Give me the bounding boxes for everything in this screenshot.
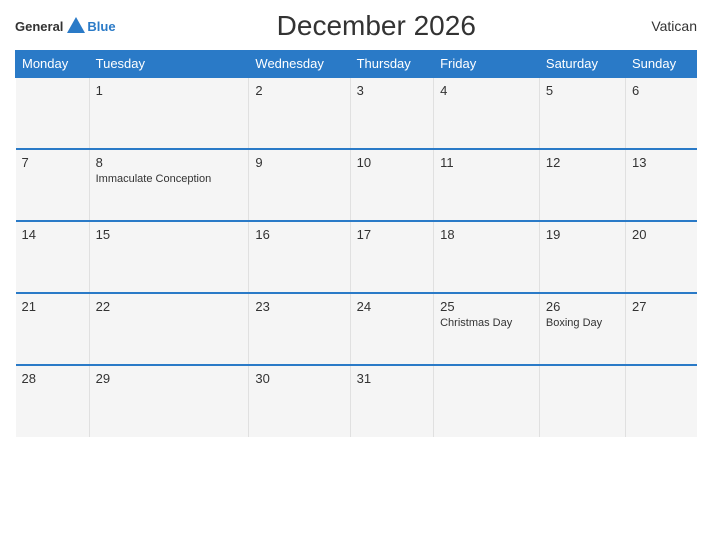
calendar-header: General Blue December 2026 Vatican bbox=[15, 10, 697, 42]
table-row: 6 bbox=[625, 77, 696, 149]
calendar-week-row: 123456 bbox=[16, 77, 697, 149]
day-number: 9 bbox=[255, 155, 343, 170]
calendar-week-row: 21 22 23 24 25 Christmas Day 26 Boxing Day 27 bbox=[16, 293, 697, 365]
day-number: 30 bbox=[255, 371, 343, 386]
table-row bbox=[625, 365, 696, 437]
logo-icon bbox=[65, 15, 87, 37]
table-row: 2 bbox=[249, 77, 350, 149]
table-row: 19 bbox=[539, 221, 625, 293]
day-number: 7 bbox=[22, 155, 83, 170]
day-number: 19 bbox=[546, 227, 619, 242]
table-row: 7 bbox=[16, 149, 90, 221]
day-number: 10 bbox=[357, 155, 428, 170]
table-row: 3 bbox=[350, 77, 434, 149]
day-number: 26 bbox=[546, 299, 619, 314]
logo-blue-text: Blue bbox=[87, 19, 115, 34]
day-number: 20 bbox=[632, 227, 691, 242]
table-row bbox=[434, 365, 540, 437]
day-number: 4 bbox=[440, 83, 533, 98]
day-number: 2 bbox=[255, 83, 343, 98]
table-row: 27 bbox=[625, 293, 696, 365]
table-row: 18 bbox=[434, 221, 540, 293]
table-row: 14 bbox=[16, 221, 90, 293]
day-number: 6 bbox=[632, 83, 691, 98]
col-wednesday: Wednesday bbox=[249, 51, 350, 78]
day-number: 17 bbox=[357, 227, 428, 242]
holiday-name: Immaculate Conception bbox=[96, 172, 243, 186]
table-row: 24 bbox=[350, 293, 434, 365]
table-row: 26 Boxing Day bbox=[539, 293, 625, 365]
table-row: 4 bbox=[434, 77, 540, 149]
day-number: 13 bbox=[632, 155, 691, 170]
col-thursday: Thursday bbox=[350, 51, 434, 78]
table-row: 8 Immaculate Conception bbox=[89, 149, 249, 221]
day-number: 18 bbox=[440, 227, 533, 242]
holiday-name: Christmas Day bbox=[440, 316, 533, 330]
calendar-table: Monday Tuesday Wednesday Thursday Friday… bbox=[15, 50, 697, 437]
day-number: 31 bbox=[357, 371, 428, 386]
day-number: 22 bbox=[96, 299, 243, 314]
day-number: 29 bbox=[96, 371, 243, 386]
table-row: 25 Christmas Day bbox=[434, 293, 540, 365]
day-number: 15 bbox=[96, 227, 243, 242]
table-row: 28 bbox=[16, 365, 90, 437]
table-row: 1 bbox=[89, 77, 249, 149]
day-number: 11 bbox=[440, 155, 533, 170]
table-row: 13 bbox=[625, 149, 696, 221]
col-friday: Friday bbox=[434, 51, 540, 78]
day-number: 5 bbox=[546, 83, 619, 98]
col-monday: Monday bbox=[16, 51, 90, 78]
table-row: 16 bbox=[249, 221, 350, 293]
table-row bbox=[539, 365, 625, 437]
table-row: 20 bbox=[625, 221, 696, 293]
table-row: 10 bbox=[350, 149, 434, 221]
day-number: 27 bbox=[632, 299, 691, 314]
calendar-week-row: 28 29 30 31 bbox=[16, 365, 697, 437]
logo: General Blue bbox=[15, 15, 116, 37]
day-number: 25 bbox=[440, 299, 533, 314]
col-tuesday: Tuesday bbox=[89, 51, 249, 78]
day-number: 8 bbox=[96, 155, 243, 170]
day-number: 14 bbox=[22, 227, 83, 242]
day-number: 21 bbox=[22, 299, 83, 314]
day-number: 1 bbox=[96, 83, 243, 98]
table-row: 30 bbox=[249, 365, 350, 437]
day-number: 12 bbox=[546, 155, 619, 170]
table-row: 29 bbox=[89, 365, 249, 437]
day-number: 28 bbox=[22, 371, 83, 386]
table-row: 22 bbox=[89, 293, 249, 365]
calendar-title: December 2026 bbox=[116, 10, 637, 42]
table-row: 17 bbox=[350, 221, 434, 293]
table-row: 9 bbox=[249, 149, 350, 221]
col-sunday: Sunday bbox=[625, 51, 696, 78]
day-number: 16 bbox=[255, 227, 343, 242]
day-number: 23 bbox=[255, 299, 343, 314]
logo-general-text: General bbox=[15, 19, 63, 34]
table-row bbox=[16, 77, 90, 149]
country-label: Vatican bbox=[637, 18, 697, 34]
weekday-header-row: Monday Tuesday Wednesday Thursday Friday… bbox=[16, 51, 697, 78]
day-number: 3 bbox=[357, 83, 428, 98]
table-row: 23 bbox=[249, 293, 350, 365]
table-row: 5 bbox=[539, 77, 625, 149]
col-saturday: Saturday bbox=[539, 51, 625, 78]
table-row: 31 bbox=[350, 365, 434, 437]
table-row: 12 bbox=[539, 149, 625, 221]
calendar-week-row: 78 Immaculate Conception 9 10 11 12 13 bbox=[16, 149, 697, 221]
calendar-wrapper: General Blue December 2026 Vatican Monda… bbox=[0, 0, 712, 550]
table-row: 21 bbox=[16, 293, 90, 365]
table-row: 15 bbox=[89, 221, 249, 293]
table-row: 11 bbox=[434, 149, 540, 221]
holiday-name: Boxing Day bbox=[546, 316, 619, 330]
day-number: 24 bbox=[357, 299, 428, 314]
calendar-week-row: 14 15 16 17 18 19 20 bbox=[16, 221, 697, 293]
